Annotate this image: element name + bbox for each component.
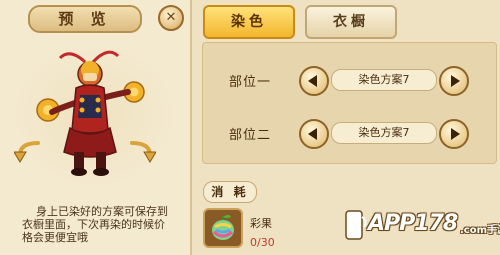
next-scheme-button[interactable]: [439, 66, 469, 96]
watermark-sub: .com手游网: [460, 225, 500, 236]
prev-scheme-button[interactable]: [299, 66, 329, 96]
prev-scheme-button[interactable]: [299, 119, 329, 149]
item-slot[interactable]: [203, 208, 243, 248]
scheme-value: 染色方案7: [331, 122, 437, 144]
watermark-text: APP178: [368, 211, 458, 236]
item-name: 彩果: [250, 217, 272, 230]
rotate-right-icon[interactable]: [126, 135, 156, 165]
rainbow-fruit-icon: [212, 215, 234, 240]
tab-dye[interactable]: 染色: [203, 5, 295, 39]
watermark: APP178 .com手游网: [340, 203, 500, 253]
close-button[interactable]: ✕: [158, 5, 184, 31]
tab-wardrobe[interactable]: 衣橱: [305, 5, 397, 39]
preview-description: 身上已染好的方案可保存到衣橱里面，下次再染的时候价格会更便宜哦: [22, 205, 168, 244]
arrow-left-icon: [308, 128, 317, 140]
arrow-right-icon: [451, 128, 460, 140]
part-row-2: 部位二 染色方案7: [203, 118, 496, 149]
dye-parts-panel: 部位一 染色方案7 部位二 染色方案7: [202, 42, 497, 164]
preview-title: 预 览: [28, 5, 142, 33]
item-count: 0/30: [250, 236, 275, 249]
rotate-left-icon[interactable]: [14, 135, 44, 165]
phone-logo-icon: [345, 210, 367, 240]
consume-label: 消 耗: [203, 181, 257, 203]
part-row-1: 部位一 染色方案7: [203, 65, 496, 96]
part-label: 部位二: [229, 128, 272, 143]
arrow-left-icon: [308, 75, 317, 87]
next-scheme-button[interactable]: [439, 119, 469, 149]
arrow-right-icon: [451, 75, 460, 87]
part-label: 部位一: [229, 75, 272, 90]
preview-panel: 预 览 ✕ 身上已染好的方案可保存到衣橱里面，下次再染的时候价格会更便宜哦: [0, 0, 192, 255]
scheme-value: 染色方案7: [331, 69, 437, 91]
